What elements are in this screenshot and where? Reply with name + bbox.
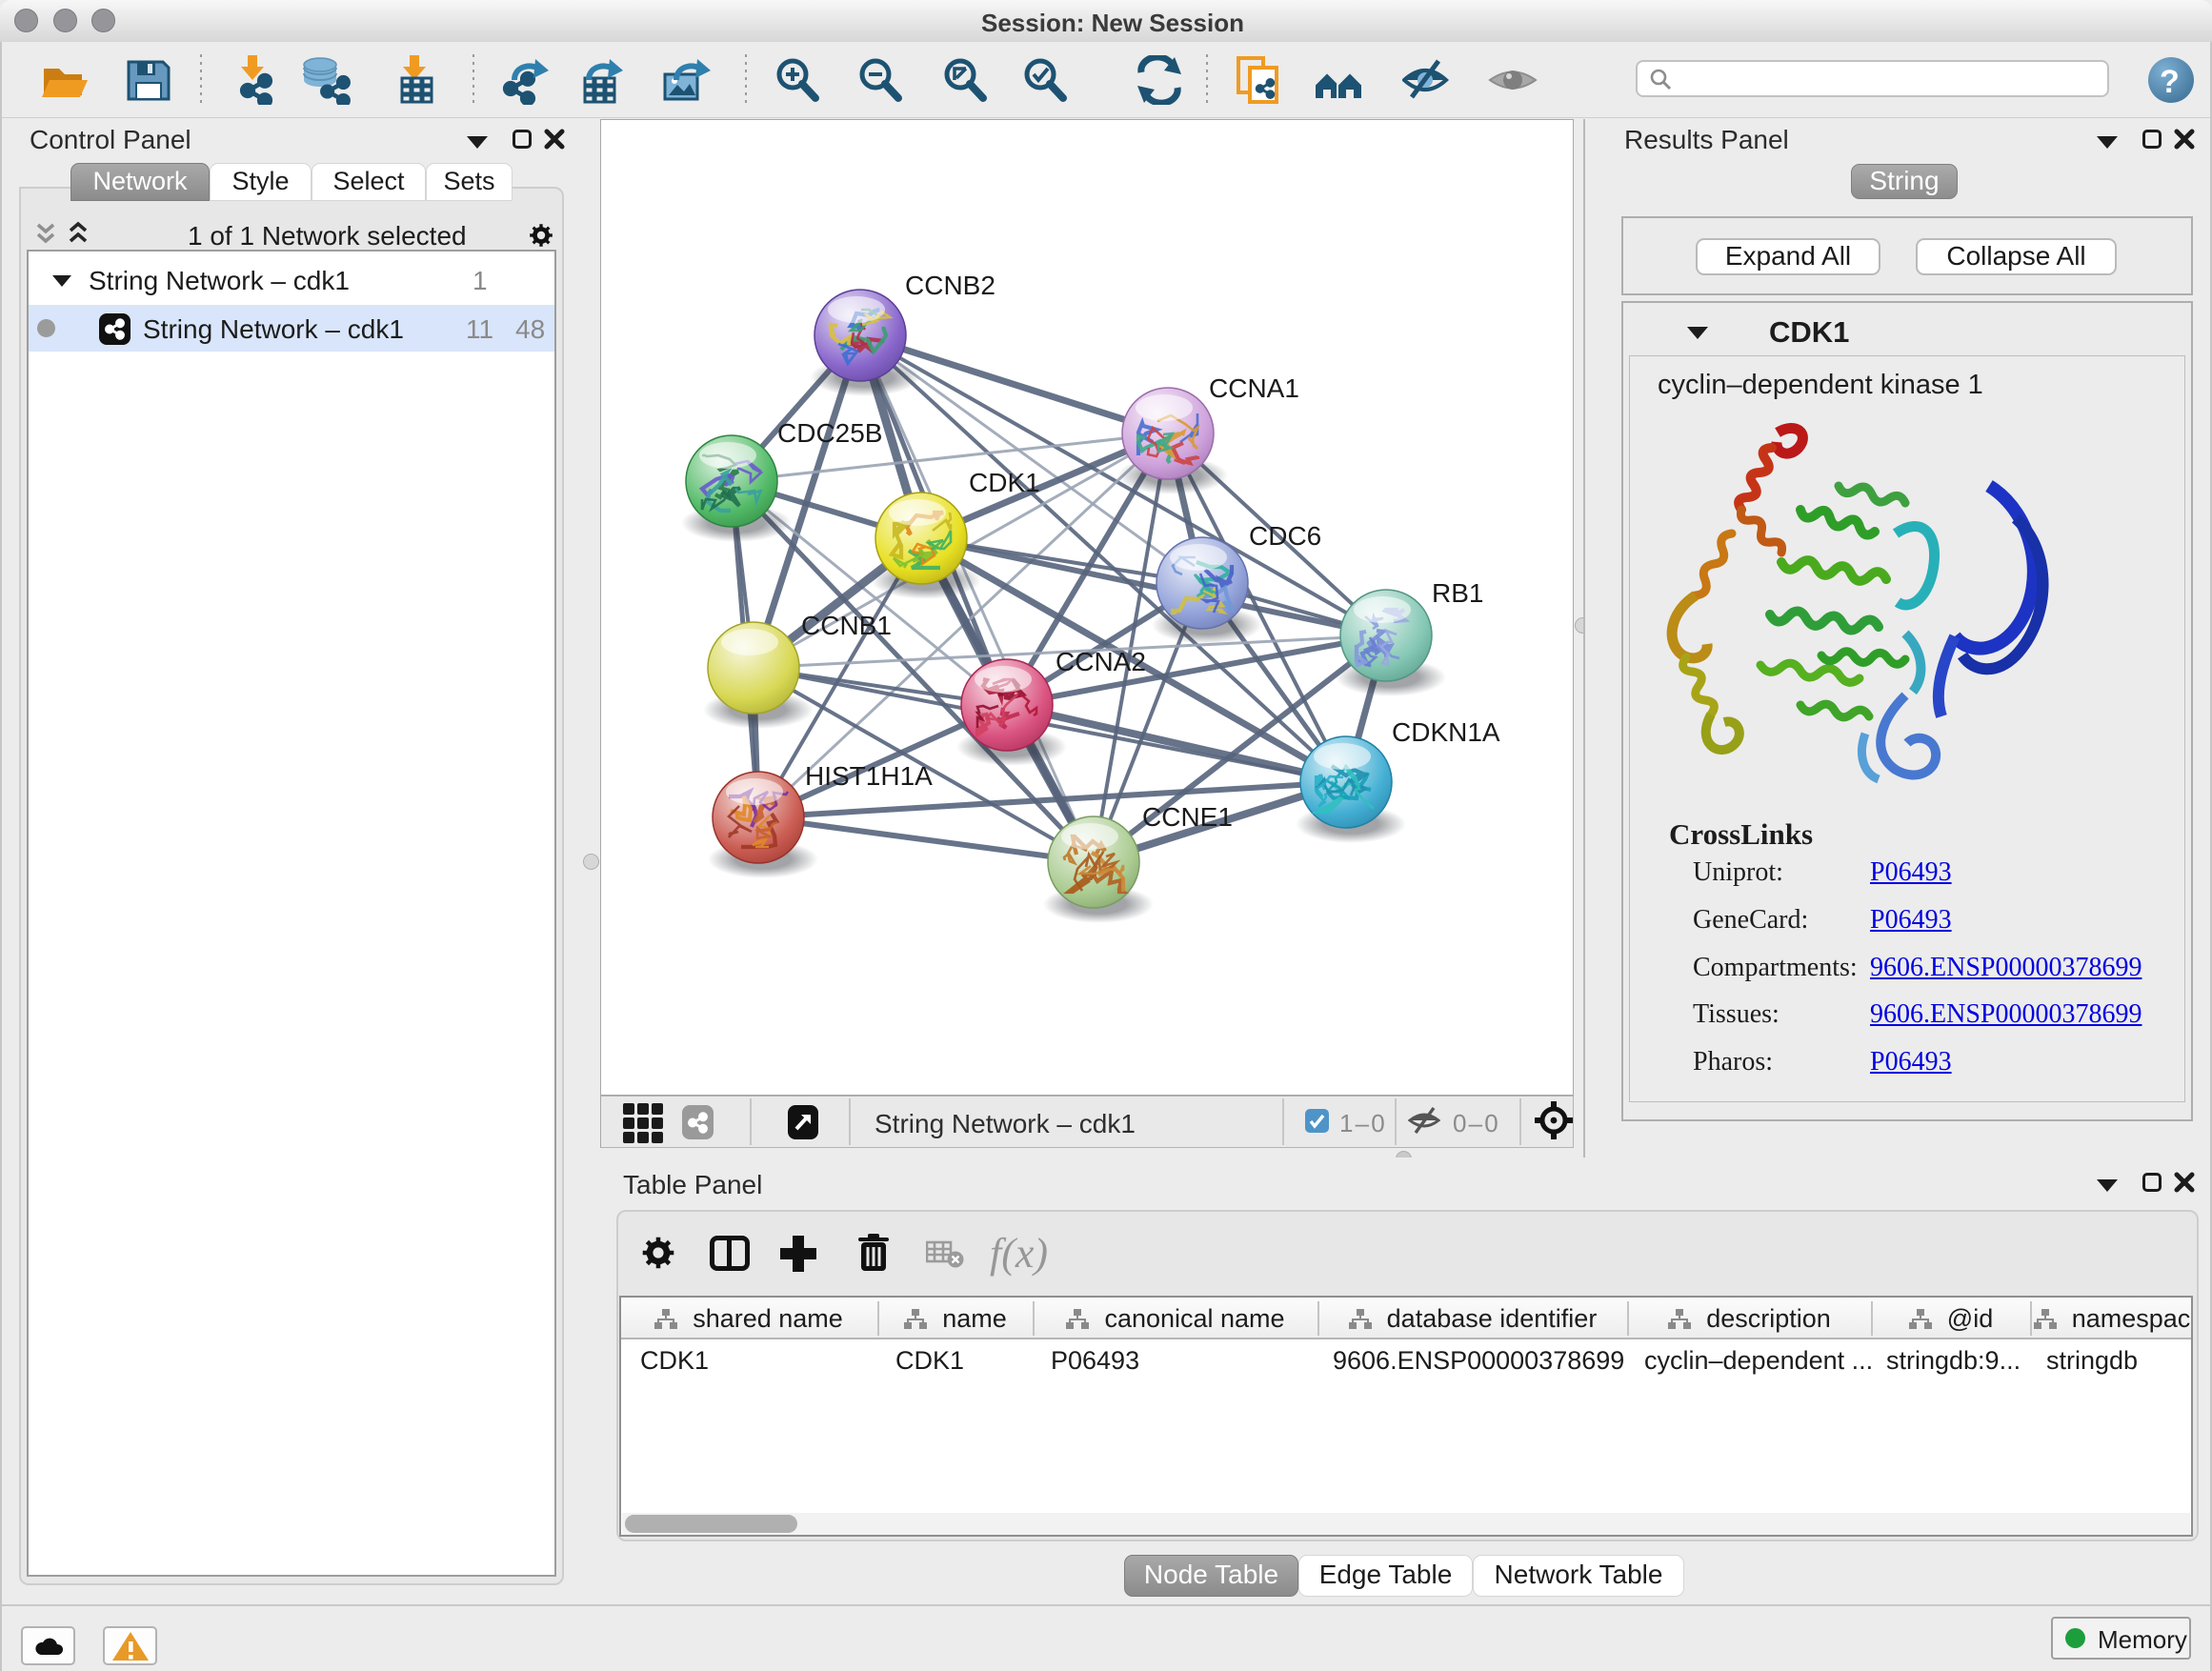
- svg-text:CDC25B: CDC25B: [777, 418, 882, 448]
- svg-text:CDK1: CDK1: [969, 468, 1040, 497]
- svg-text:HIST1H1A: HIST1H1A: [805, 761, 933, 791]
- svg-text:CDKN1A: CDKN1A: [1392, 717, 1500, 747]
- svg-text:CCNB2: CCNB2: [905, 271, 995, 300]
- svg-text:RB1: RB1: [1432, 578, 1483, 608]
- svg-text:CCNB1: CCNB1: [801, 611, 892, 640]
- svg-text:CCNA1: CCNA1: [1209, 373, 1299, 403]
- svg-text:CDC6: CDC6: [1249, 521, 1321, 551]
- svg-text:CCNA2: CCNA2: [1056, 647, 1146, 676]
- svg-text:CCNE1: CCNE1: [1142, 802, 1233, 832]
